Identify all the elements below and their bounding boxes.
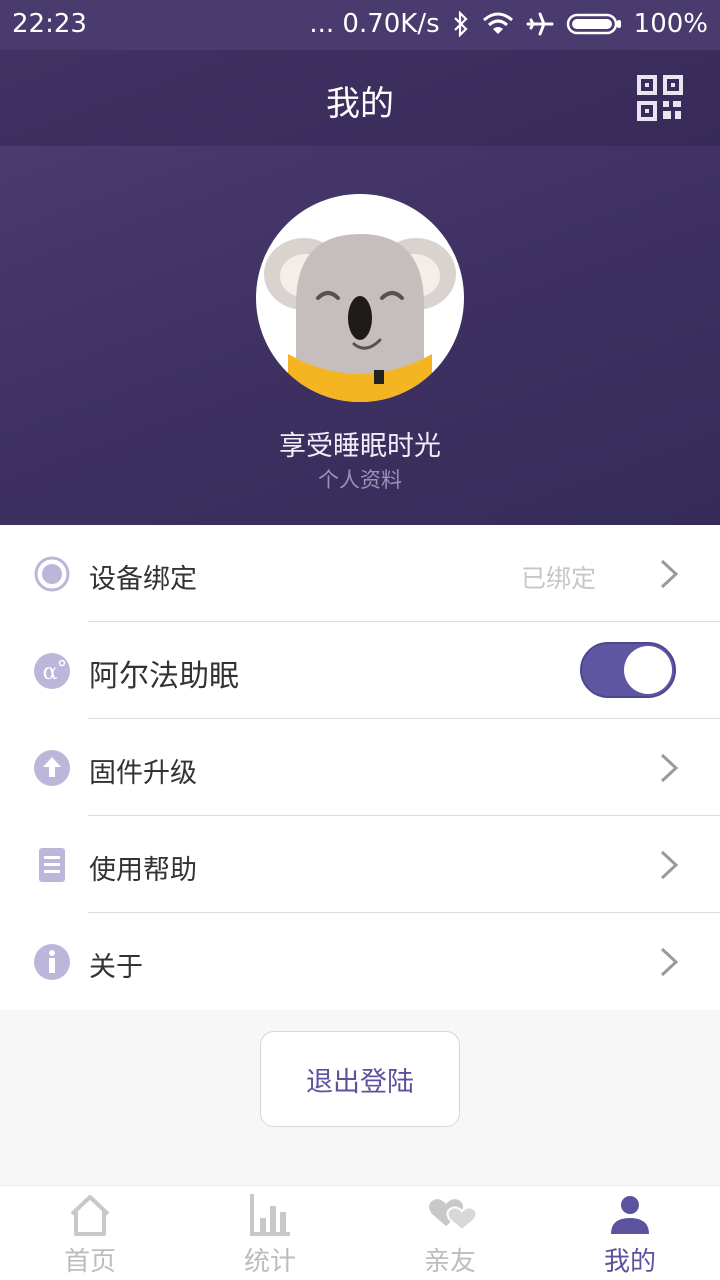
toggle-knob (624, 646, 672, 694)
settings-menu: 设备绑定 已绑定 α 阿尔法助眠 固件升级 使用帮助 关于 (0, 525, 720, 1010)
status-bar: 22:23 ... 0.70K/s 100% (0, 0, 720, 50)
menu-label: 固件升级 (89, 758, 197, 789)
airplane-icon (526, 12, 554, 36)
menu-item-firmware-upgrade[interactable]: 固件升级 (0, 719, 720, 816)
hearts-icon (429, 1199, 478, 1232)
bar-chart-icon (250, 1194, 290, 1236)
menu-label: 关于 (89, 952, 143, 983)
top-bar: 我的 (0, 50, 720, 146)
info-icon (34, 944, 70, 980)
menu-label: 设备绑定 (89, 564, 197, 595)
battery-icon (566, 13, 621, 35)
svg-text:α: α (43, 660, 58, 685)
chevron-right-icon (660, 559, 679, 589)
alpha-icon: α (34, 653, 70, 689)
logout-button[interactable]: 退出登陆 (260, 1031, 460, 1127)
chevron-right-icon (660, 947, 679, 977)
menu-item-alpha-sleep: α 阿尔法助眠 (0, 622, 720, 719)
chevron-right-icon (660, 753, 679, 783)
tab-mine[interactable]: 我的 (540, 1186, 720, 1280)
bluetooth-icon (453, 11, 468, 37)
tab-label: 亲友 (423, 1247, 476, 1277)
profile-header: 我的 享受睡眠时光 个人资料 (0, 50, 720, 525)
status-icons: ... 0.70K/s 100% (309, 9, 708, 39)
person-icon (611, 1196, 649, 1234)
avatar[interactable] (256, 194, 464, 402)
user-nickname: 享受睡眠时光 (279, 431, 441, 462)
bottom-tab-bar: 首页 统计 亲友 我的 (0, 1185, 720, 1280)
battery-percent: 100% (633, 9, 708, 39)
menu-item-about[interactable]: 关于 (0, 913, 720, 1010)
menu-label: 使用帮助 (89, 855, 197, 886)
tab-label: 我的 (603, 1247, 656, 1277)
tab-label: 首页 (63, 1247, 116, 1277)
menu-item-device-binding[interactable]: 设备绑定 已绑定 (0, 525, 720, 622)
profile-link[interactable]: 个人资料 (0, 464, 720, 494)
upload-arrow-icon (34, 750, 70, 786)
binding-status: 已绑定 (520, 564, 596, 593)
network-speed: ... 0.70K/s (309, 9, 440, 39)
status-time: 22:23 (12, 9, 87, 39)
alpha-sleep-toggle[interactable] (580, 642, 676, 698)
tab-friends[interactable]: 亲友 (360, 1186, 540, 1280)
tab-home[interactable]: 首页 (0, 1186, 180, 1280)
menu-label: 阿尔法助眠 (89, 659, 239, 694)
tab-statistics[interactable]: 统计 (180, 1186, 360, 1280)
wifi-icon (482, 12, 513, 34)
chevron-right-icon (660, 850, 679, 880)
home-icon (70, 1195, 110, 1236)
menu-item-help[interactable]: 使用帮助 (0, 816, 720, 913)
koala-avatar (264, 234, 456, 402)
qr-code-icon[interactable] (636, 74, 684, 122)
device-ring-icon (34, 556, 70, 592)
page-title: 我的 (326, 84, 394, 124)
tab-label: 统计 (243, 1247, 296, 1277)
document-icon (39, 848, 65, 882)
